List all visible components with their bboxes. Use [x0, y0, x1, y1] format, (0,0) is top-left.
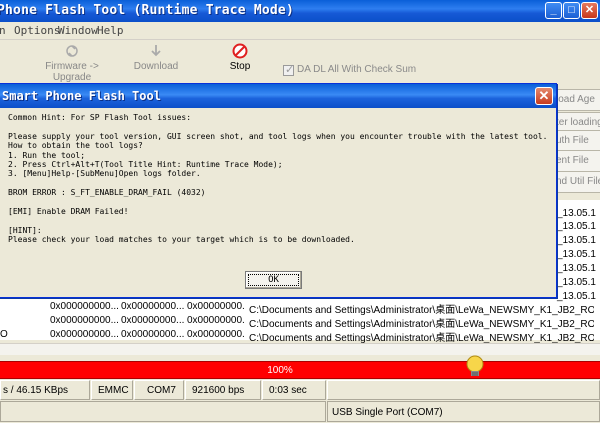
row-region: 0x00000000... — [187, 301, 245, 312]
list-side-text: _13.05.1 — [557, 221, 596, 232]
menu-options[interactable]: Options — [14, 24, 60, 37]
table-row[interactable]: O 0x000000000... 0x00000000... 0x0000000… — [0, 329, 600, 344]
message-line: Please supply your tool version, GUI scr… — [8, 131, 548, 141]
list-side-text: _13.05.1 — [557, 277, 596, 288]
ok-button[interactable]: OK — [245, 271, 302, 289]
message-line — [8, 198, 553, 207]
message-line: [EMI] Enable DRAM Failed! — [8, 206, 129, 216]
lightbulb-icon — [466, 355, 484, 376]
message-line: 3. [Menu]Help-[SubMenu]Open logs folder. — [8, 169, 201, 179]
app-window: Phone Flash Tool (Runtime Trace Mode) _ … — [0, 0, 600, 423]
status-bar: s / 46.15 KBps EMMC COM7 921600 bps 0:03… — [0, 380, 600, 423]
progress-bar: 100% — [0, 361, 600, 379]
side-button-util-file[interactable]: nd Util File — [553, 171, 600, 193]
side-button-auth-file[interactable]: uth File — [553, 130, 600, 152]
minimize-button[interactable]: _ — [545, 2, 562, 19]
table-row[interactable]: 0x000000000... 0x00000000... 0x00000000.… — [0, 315, 600, 330]
status-speed: s / 46.15 KBps — [0, 380, 90, 400]
firmware-upgrade-button[interactable]: Firmware -> Upgrade — [30, 41, 114, 83]
message-line: Common Hint: For SP Flash Tool issues: — [8, 113, 192, 122]
message-line: How to obtain the tool logs? — [8, 141, 143, 151]
list-side-text: _13.05.1 — [557, 235, 596, 246]
row-end-address: 0x00000000... — [121, 315, 184, 326]
row-id: O — [0, 329, 8, 340]
horizontal-scrollbar[interactable] — [0, 343, 600, 355]
message-line: Please check your load matches to your t… — [8, 235, 355, 245]
row-file-path: C:\Documents and Settings\Administrator\… — [249, 319, 594, 330]
stop-icon — [232, 43, 248, 59]
message-line: [HINT]: — [8, 225, 42, 235]
row-file-path: C:\Documents and Settings\Administrator\… — [249, 333, 594, 344]
menu-bar: n Options Window Help — [0, 22, 600, 40]
status-empty — [327, 380, 600, 400]
message-line — [8, 216, 553, 225]
message-line: 2. Press Ctrl+Alt+T(Tool Title Hint: Run… — [8, 159, 283, 169]
list-side-text: _13.05.1 — [557, 249, 596, 260]
stop-label: Stop — [229, 61, 251, 72]
checksum-label: DA DL All With Check Sum — [297, 64, 417, 75]
list-side-text: _13.05.1 — [557, 208, 596, 219]
status-bottom-left — [0, 401, 326, 422]
dialog-message: Common Hint: For SP Flash Tool issues: P… — [8, 113, 553, 244]
row-begin-address: 0x000000000... — [50, 315, 118, 326]
side-button-load-agent[interactable]: load Age — [553, 89, 600, 111]
row-end-address: 0x00000000... — [121, 329, 184, 340]
error-dialog: Smart Phone Flash Tool ✕ Common Hint: Fo… — [0, 83, 557, 298]
message-line — [8, 179, 553, 188]
row-region: 0x00000000... — [187, 329, 245, 340]
maximize-button[interactable]: □ — [563, 2, 580, 19]
checksum-checkbox[interactable] — [283, 63, 294, 76]
message-line: 1. Run the tool; — [8, 150, 86, 160]
row-begin-address: 0x000000000... — [50, 329, 118, 340]
status-baud-rate: 921600 bps — [185, 380, 261, 400]
window-title: Phone Flash Tool (Runtime Trace Mode) — [0, 3, 294, 18]
table-row[interactable]: 0x000000000... 0x00000000... 0x00000000.… — [0, 301, 600, 316]
status-port: COM7 — [134, 380, 184, 400]
menu-help[interactable]: Help — [97, 24, 124, 37]
menu-file[interactable]: n — [0, 24, 6, 37]
row-file-path: C:\Documents and Settings\Administrator\… — [249, 305, 594, 316]
status-elapsed-time: 0:03 sec — [262, 380, 326, 400]
download-button[interactable]: Download — [133, 41, 179, 72]
upgrade-icon — [66, 45, 78, 57]
status-usb-port: USB Single Port (COM7) — [327, 401, 600, 422]
dialog-title-bar[interactable]: Smart Phone Flash Tool ✕ — [0, 84, 556, 108]
row-end-address: 0x00000000... — [121, 301, 184, 312]
row-begin-address: 0x000000000... — [50, 301, 118, 312]
error-code-line: BROM ERROR : S_FT_ENABLE_DRAM_FAIL (4032… — [8, 188, 206, 198]
stop-button[interactable]: Stop — [224, 41, 256, 72]
list-side-text: _13.05.1 — [557, 263, 596, 274]
status-storage: EMMC — [91, 380, 133, 400]
dialog-title: Smart Phone Flash Tool — [2, 89, 161, 103]
row-region: 0x00000000... — [187, 315, 245, 326]
close-button[interactable]: ✕ — [581, 2, 598, 19]
menu-window[interactable]: Window — [58, 24, 98, 37]
message-line — [8, 122, 553, 131]
download-label: Download — [133, 61, 179, 72]
side-button-cert-file[interactable]: ent File — [553, 150, 600, 172]
toolbar: Firmware -> Upgrade Download Stop DA DL … — [0, 41, 600, 84]
dialog-close-button[interactable]: ✕ — [535, 87, 553, 105]
download-arrow-icon — [151, 45, 161, 57]
title-bar[interactable]: Phone Flash Tool (Runtime Trace Mode) _ … — [0, 0, 600, 22]
firmware-upgrade-label: Firmware -> Upgrade — [45, 61, 99, 83]
